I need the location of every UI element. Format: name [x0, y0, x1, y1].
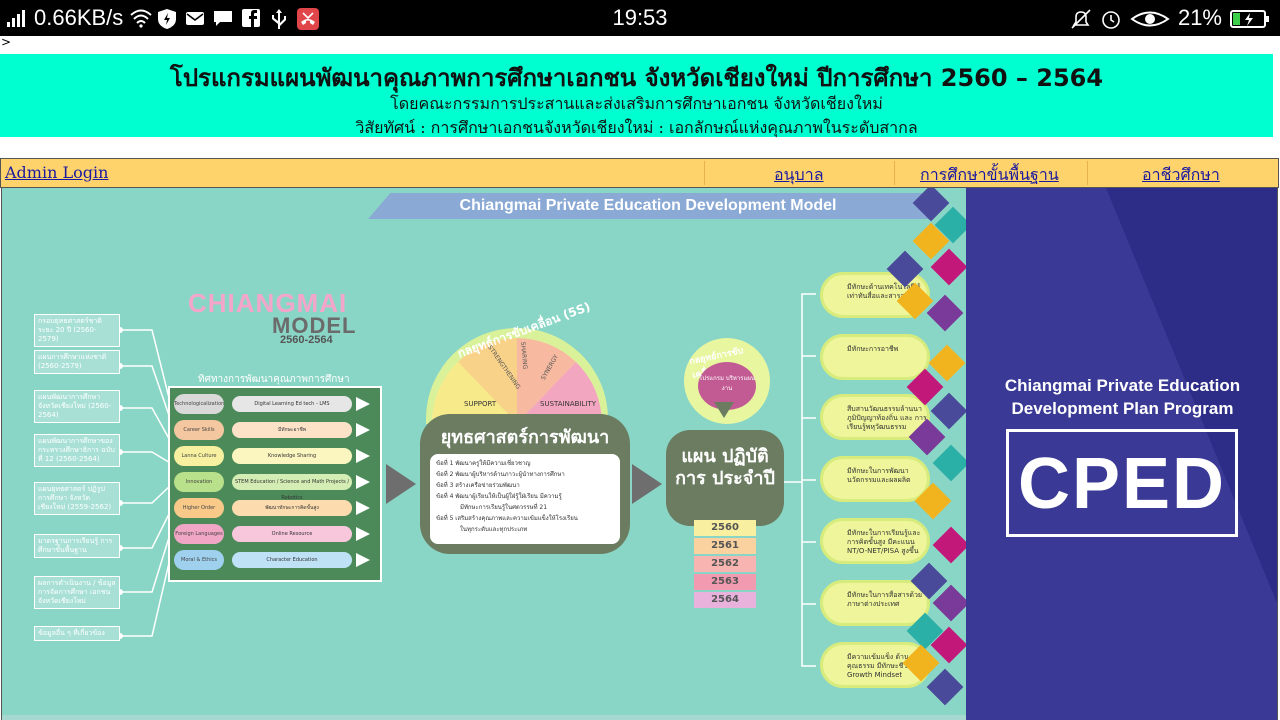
direction-row: Moral & Ethics Character Education [174, 550, 380, 570]
vision-statement: วิสัยทัศน์ : การศึกษาเอกชนจังหวัดเชียงให… [355, 118, 918, 137]
direction-chip: Innovation [174, 472, 224, 492]
direction-row: Lanna Culture Knowledge Sharing [174, 446, 380, 466]
mute-icon [1070, 8, 1092, 29]
direction-bar: Digital Learning Ed tech - LMS [232, 396, 352, 412]
strategy-item: ในทุกระดับและทุกประเภท [460, 526, 528, 533]
program-title-line: Development Plan Program [1011, 399, 1234, 418]
arrow-icon [356, 527, 370, 541]
nav-bar: Admin Login อนุบาล การศึกษาขั้นพื้นฐาน อ… [0, 158, 1279, 188]
direction-panel: Technologicalization Digital Learning Ed… [168, 386, 382, 582]
year-badge: 2561 [694, 538, 756, 554]
direction-bar: Character Education [232, 552, 352, 568]
program-title: Chiangmai Private Education Development … [966, 374, 1277, 420]
strategy-item: ข้อที่ 4 พัฒนาผู้เรียนให้เป็นผู้ใฝ่รู้ใฝ… [436, 493, 562, 500]
nav-divider [704, 161, 705, 185]
year-badge: 2562 [694, 556, 756, 572]
strategy-item: มีทักษะการเรียนรู้ในศตวรรษที่ 21 [460, 504, 548, 511]
battery-charging-icon [1230, 8, 1270, 28]
vocational-link[interactable]: อาชีวศึกษา [1142, 163, 1220, 188]
page-subtitle: โดยคณะกรรมการประสานและส่งเสริมการศึกษาเอ… [390, 94, 883, 113]
program-title-line: Chiangmai Private Education [1004, 376, 1241, 395]
arrow-icon [356, 501, 370, 515]
status-right: 21% [1070, 0, 1270, 36]
year-badge: 2563 [694, 574, 756, 590]
strategy-box: ยุทธศาสตร์การพัฒนา ข้อที่ 1 พัฒนาครูให้ม… [420, 414, 630, 554]
outcome-item: มีทักษะในการสื่อสารด้วย ภาษาต่างประเทศ [820, 580, 930, 626]
direction-bar: Knowledge Sharing [232, 448, 352, 464]
arrow-icon [356, 475, 370, 489]
left-source-box: ผลการดำเนินงาน / ข้อมูลการจัดการศึกษา เอ… [34, 576, 120, 609]
bottom-strip [2, 715, 966, 720]
year-badge: 2560 [694, 520, 756, 536]
direction-row: Career Skills มีทักษะอาชีพ [174, 420, 380, 440]
flow-arrow-icon [386, 464, 416, 504]
kindergarten-link[interactable]: อนุบาล [774, 163, 824, 188]
admin-login-link[interactable]: Admin Login [5, 163, 108, 182]
arrow-icon [356, 423, 370, 437]
direction-chip: Higher Order Thinking Skills [174, 498, 224, 531]
nav-divider [1087, 161, 1088, 185]
left-source-box: ข้อมูลอื่น ๆ ที่เกี่ยวข้อง [34, 626, 120, 641]
direction-row: Innovation STEM Education / Science and … [174, 472, 380, 501]
eye-icon [1130, 8, 1170, 28]
left-source-box: แผนพัฒนาการศึกษา จังหวัดเชียงใหม่ (2560-… [34, 390, 120, 423]
alarm-icon [1100, 8, 1122, 29]
outcome-item: มีทักษะในการเรียนรู้และ การคิดขั้นสูง มี… [820, 518, 930, 564]
left-source-box: แผนพัฒนาการศึกษาของ กระทรวงศึกษาธิการ ฉบ… [34, 434, 120, 467]
strategy-title: ยุทธศาสตร์การพัฒนา [440, 427, 610, 448]
arrow-icon [356, 553, 370, 567]
arc-word: SUPPORT [464, 400, 497, 408]
caret-text: > [1, 35, 12, 49]
direction-chip: Career Skills [174, 420, 224, 440]
outcome-item: มีทักษะในการพัฒนา นวัตกรรมและผลผลิต [820, 456, 930, 502]
page-header: โปรแกรมแผนพัฒนาคุณภาพการศึกษาเอกชน จังหว… [0, 54, 1273, 137]
status-bar: 0.66KB/s 19:53 21% [0, 0, 1280, 36]
outcome-item: มีทักษะการอาชีพ [820, 334, 930, 380]
down-arrow-icon [714, 402, 734, 418]
strategy-item: ข้อที่ 2 พัฒนาผู้บริหารด้านภาวะผู้นำทางก… [436, 471, 565, 478]
left-source-box: กรอบยุทธศาสตร์ชาติ ระยะ 20 ปี (2560-2579… [34, 314, 120, 347]
arrow-icon [356, 397, 370, 411]
direction-chip: Technologicalization [174, 394, 224, 414]
direction-row: Foreign Languages Online Resource [174, 524, 380, 544]
strategy-item: ข้อที่ 3 สร้างเครือข่ายร่วมพัฒนา [436, 482, 520, 489]
flow-arrow-icon [632, 464, 662, 504]
direction-bar: พัฒนาทักษะการคิดขั้นสูง [232, 500, 352, 516]
left-source-box: มาตรฐานการเรียนรู้ การศึกษาขั้นพื้นฐาน [34, 534, 120, 558]
program-panel: Chiangmai Private Education Development … [966, 188, 1277, 720]
model-banner: Chiangmai Private Education Development … [1, 188, 1278, 720]
strategy-item: ข้อที่ 5 เสริมสร้างคุณภาพและความเข้มแข็ง… [436, 515, 578, 522]
direction-bar: มีทักษะอาชีพ [232, 422, 352, 438]
cped-logo: CPED [1006, 429, 1238, 537]
left-source-box: แผนยุทธศาสตร์ ปฏิรูปการศึกษา จังหวัดเชีย… [34, 482, 120, 515]
direction-chip: Moral & Ethics [174, 550, 224, 570]
battery-percent: 21% [1177, 5, 1222, 30]
direction-bar: STEM Education / Science and Math Projec… [232, 474, 352, 501]
year-badge: 2564 [694, 592, 756, 608]
plan-title: แผน ปฏิบัติการ ประจำปี [666, 430, 784, 526]
strategy-item: ข้อที่ 1 พัฒนาครูให้มีความเชี่ยวชาญ [436, 460, 531, 467]
strategy-list: ข้อที่ 1 พัฒนาครูให้มีความเชี่ยวชาญ ข้อท… [430, 454, 620, 544]
direction-bar: Online Resource [232, 526, 352, 542]
direction-chip: Lanna Culture [174, 446, 224, 466]
basic-education-link[interactable]: การศึกษาขั้นพื้นฐาน [920, 163, 1059, 188]
arrow-icon [356, 449, 370, 463]
direction-chip: Foreign Languages [174, 524, 224, 544]
left-source-box: แผนการศึกษาแห่งชาติ (2560-2579) [34, 350, 120, 374]
direction-row: Higher Order Thinking Skills พัฒนาทักษะก… [174, 498, 380, 531]
arc-word: SUSTAINABILITY [540, 400, 597, 408]
direction-row: Technologicalization Digital Learning Ed… [174, 394, 380, 414]
nav-divider [894, 161, 895, 185]
direction-title: ทิศทางการพัฒนาคุณภาพการศึกษา [198, 374, 350, 385]
